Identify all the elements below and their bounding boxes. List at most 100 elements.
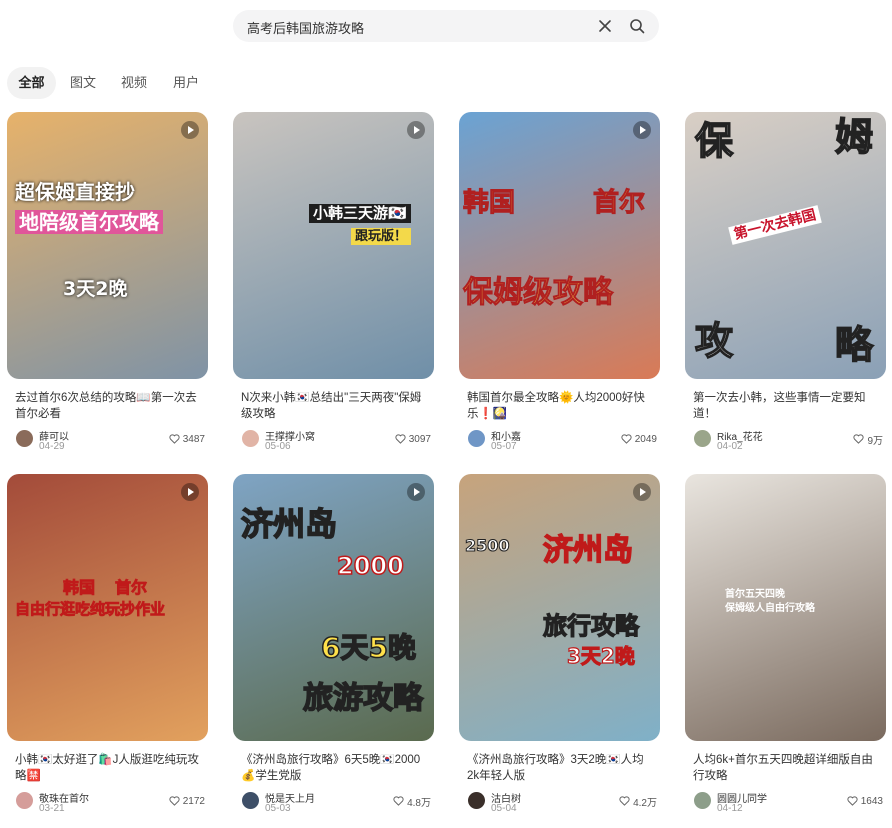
video-play-icon	[407, 121, 425, 139]
like-button[interactable]: 2172	[169, 794, 205, 808]
avatar[interactable]	[694, 430, 711, 447]
video-play-icon	[633, 483, 651, 501]
cover-text: 旅行攻略	[542, 612, 639, 640]
cover-text: 3天2晚	[566, 644, 635, 668]
avatar[interactable]	[694, 792, 711, 809]
avatar[interactable]	[16, 430, 33, 447]
heart-icon	[169, 434, 180, 444]
cover-background	[233, 112, 434, 379]
cover-text: 超保姆直接抄	[15, 180, 135, 204]
cover-text: 韩国	[63, 578, 96, 597]
note-cover-image[interactable]: 韩国 首尔 自由行逛吃纯玩抄作业	[7, 474, 208, 741]
cover-text: 3天2晚	[63, 278, 128, 300]
note-card[interactable]: 小韩三天游🇰🇷 跟玩版！ N次来小韩🇰🇷总结出"三天两夜"保姆级攻略 王撑撑小窝…	[233, 112, 434, 452]
tab-videos[interactable]: 视频	[115, 67, 153, 99]
note-card[interactable]: 韩国 首尔 保姆级攻略 韩国首尔最全攻略🌞人均2000好快乐❗🎑 和小嘉 05-…	[459, 112, 660, 452]
cover-background	[459, 474, 660, 741]
like-count: 4.2万	[633, 797, 657, 809]
cover-text: 首尔	[115, 578, 148, 597]
heart-icon	[619, 796, 630, 806]
like-count: 9万	[867, 435, 883, 447]
heart-icon	[395, 434, 406, 444]
video-play-icon	[407, 483, 425, 501]
cover-text: 保姆级人自由行攻略	[725, 603, 815, 614]
cover-text: 2500	[465, 536, 511, 555]
note-card[interactable]: 超保姆直接抄 地陪级首尔攻略 3天2晚 去过首尔6次总结的攻略📖第一次去首尔必看…	[7, 112, 208, 452]
video-play-icon	[181, 483, 199, 501]
like-button[interactable]: 9万	[853, 432, 883, 447]
like-count: 2049	[634, 433, 657, 445]
avatar[interactable]	[468, 430, 485, 447]
note-cover-image[interactable]: 济州岛 2000 6天5晚 旅游攻略	[233, 474, 434, 741]
note-cover-image[interactable]: 首尔五天四晚 保姆级人自由行攻略	[685, 474, 886, 741]
note-title[interactable]: 《济州岛旅行攻略》6天5晚🇰🇷2000💰学生党版	[241, 752, 427, 784]
like-button[interactable]: 2049	[621, 432, 657, 446]
cover-text: 2000	[336, 552, 404, 580]
note-title[interactable]: 去过首尔6次总结的攻略📖第一次去首尔必看	[15, 390, 201, 422]
note-cover-image[interactable]: 2500 济州岛 旅行攻略 3天2晚	[459, 474, 660, 741]
note-meta: 敬珠在首尔 03-21 2172	[15, 790, 205, 814]
like-button[interactable]: 4.2万	[619, 794, 657, 809]
search-input[interactable]	[245, 10, 589, 44]
cover-text: 自由行逛吃纯玩抄作业	[15, 600, 166, 618]
like-count: 4.8万	[407, 797, 431, 809]
note-card[interactable]: 首尔五天四晚 保姆级人自由行攻略 人均6k+首尔五天四晚超详细版自由行攻略 圆圆…	[685, 474, 886, 814]
note-card[interactable]: 韩国 首尔 自由行逛吃纯玩抄作业 小韩🇰🇷太好逛了🛍️J人版逛吃纯玩攻略🈲 敬珠…	[7, 474, 208, 814]
avatar[interactable]	[242, 792, 259, 809]
tab-all[interactable]: 全部	[7, 67, 56, 99]
note-title[interactable]: 小韩🇰🇷太好逛了🛍️J人版逛吃纯玩攻略🈲	[15, 752, 201, 784]
like-button[interactable]: 4.8万	[393, 794, 431, 809]
post-date: 04-02	[717, 441, 743, 452]
note-card[interactable]: 2500 济州岛 旅行攻略 3天2晚 《济州岛旅行攻略》3天2晚🇰🇷人均2k年轻…	[459, 474, 660, 814]
cover-text: 小韩三天游🇰🇷	[309, 204, 411, 223]
search-icon[interactable]	[629, 18, 645, 34]
tab-notes[interactable]: 图文	[64, 67, 102, 99]
note-cover-image[interactable]: 保 姆 第一次去韩国 攻 略	[685, 112, 886, 379]
cover-text: 首尔	[592, 188, 646, 218]
cover-text: 姆	[834, 115, 874, 159]
note-meta: 悦是天上月 05-03 4.8万	[241, 790, 431, 814]
avatar[interactable]	[242, 430, 259, 447]
note-title[interactable]: 第一次去小韩，这些事情一定要知道！	[693, 390, 879, 422]
note-card[interactable]: 济州岛 2000 6天5晚 旅游攻略 《济州岛旅行攻略》6天5晚🇰🇷2000💰学…	[233, 474, 434, 814]
cover-text: 略	[834, 323, 874, 367]
cover-background	[7, 112, 208, 379]
note-title[interactable]: N次来小韩🇰🇷总结出"三天两夜"保姆级攻略	[241, 390, 427, 422]
note-cover-image[interactable]: 小韩三天游🇰🇷 跟玩版！	[233, 112, 434, 379]
note-title[interactable]: 人均6k+首尔五天四晚超详细版自由行攻略	[693, 752, 879, 784]
avatar[interactable]	[468, 792, 485, 809]
like-count: 3097	[408, 433, 431, 445]
like-count: 3487	[182, 433, 205, 445]
note-meta: 圆圆儿同学 04-12 1643	[693, 790, 883, 814]
like-button[interactable]: 1643	[847, 794, 883, 808]
cover-text: 攻	[694, 319, 734, 363]
note-cover-image[interactable]: 韩国 首尔 保姆级攻略	[459, 112, 660, 379]
cover-text: 旅游攻略	[302, 681, 424, 716]
like-button[interactable]: 3487	[169, 432, 205, 446]
close-icon[interactable]	[597, 18, 613, 34]
note-cover-image[interactable]: 超保姆直接抄 地陪级首尔攻略 3天2晚	[7, 112, 208, 379]
heart-icon	[853, 434, 865, 444]
like-button[interactable]: 3097	[395, 432, 431, 446]
post-date: 05-07	[491, 441, 517, 452]
like-count: 2172	[182, 795, 205, 807]
video-play-icon	[181, 121, 199, 139]
note-card[interactable]: 保 姆 第一次去韩国 攻 略 第一次去小韩，这些事情一定要知道！ Rika_花花…	[685, 112, 886, 452]
note-meta: 薛可以 04-29 3487	[15, 428, 205, 452]
like-count: 1643	[860, 795, 883, 807]
cover-text: 保	[694, 119, 734, 163]
cover-text: 首尔五天四晚	[725, 589, 785, 600]
note-title[interactable]: 韩国首尔最全攻略🌞人均2000好快乐❗🎑	[467, 390, 653, 422]
heart-icon	[847, 796, 858, 806]
heart-icon	[169, 796, 180, 806]
cover-text: 6天5晚	[320, 631, 416, 664]
search-bar[interactable]	[233, 10, 659, 44]
note-title[interactable]: 《济州岛旅行攻略》3天2晚🇰🇷人均2k年轻人版	[467, 752, 653, 784]
cover-background	[459, 112, 660, 379]
tab-users[interactable]: 用户	[167, 67, 205, 99]
note-meta: 沽白树 05-04 4.2万	[467, 790, 657, 814]
note-meta: 和小嘉 05-07 2049	[467, 428, 657, 452]
avatar[interactable]	[16, 792, 33, 809]
note-meta: 王撑撑小窝 05-06 3097	[241, 428, 431, 452]
cover-text: 跟玩版！	[351, 228, 412, 245]
